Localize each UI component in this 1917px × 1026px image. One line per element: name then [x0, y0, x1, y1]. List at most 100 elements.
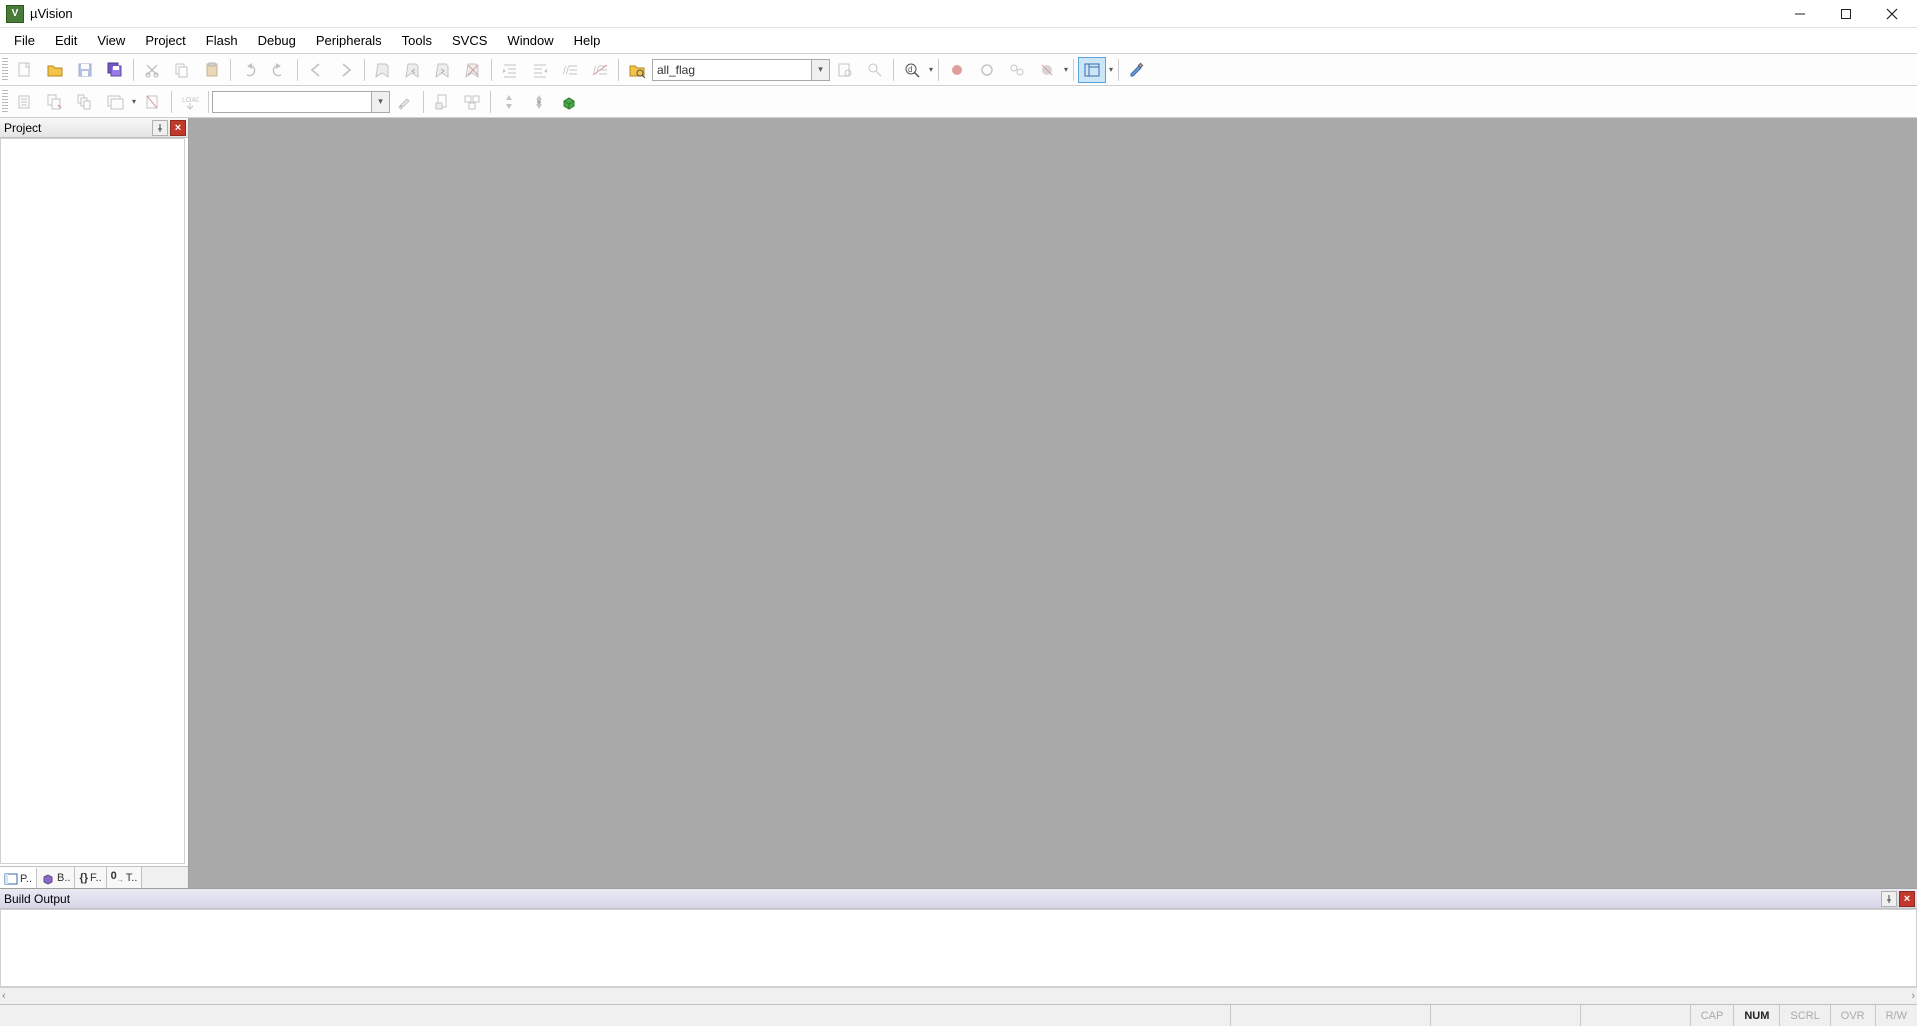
tab-functions-label: F.. [90, 872, 102, 884]
configure-button[interactable] [1123, 57, 1151, 83]
svg-text:LOAD: LOAD [182, 97, 199, 104]
paste-button[interactable] [198, 57, 226, 83]
window-layout-dropdown[interactable]: ▾ [1107, 65, 1115, 74]
pin-icon[interactable] [152, 120, 168, 136]
comment-button[interactable]: // [556, 57, 584, 83]
window-layout-button[interactable] [1078, 57, 1106, 83]
menu-view[interactable]: View [87, 29, 135, 52]
minimize-button[interactable] [1777, 0, 1823, 28]
project-panel-title: Project [4, 121, 41, 135]
new-file-button[interactable] [11, 57, 39, 83]
manage-multi-project-button[interactable] [458, 89, 486, 115]
scroll-left-icon[interactable]: ‹ [2, 990, 6, 1002]
find-next-button[interactable] [831, 57, 859, 83]
debug-start-button[interactable]: d [898, 57, 926, 83]
bookmark-prev-button[interactable] [399, 57, 427, 83]
translate-button[interactable] [11, 89, 39, 115]
build-output-close-button[interactable]: × [1899, 891, 1915, 907]
breakpoint-dropdown[interactable]: ▾ [1062, 65, 1070, 74]
build-output-hscroll[interactable]: ‹ › [0, 987, 1917, 1004]
svg-text://: // [593, 65, 600, 77]
status-cell-1 [1230, 1005, 1430, 1026]
tab-functions[interactable]: {} F.. [75, 867, 106, 888]
target-combo[interactable] [212, 91, 372, 113]
window-title: µVision [30, 6, 73, 21]
incremental-find-button[interactable] [861, 57, 889, 83]
bookmark-next-button[interactable] [429, 57, 457, 83]
stop-build-button[interactable] [139, 89, 167, 115]
svg-text://: // [563, 65, 570, 77]
tab-templates[interactable]: 0→ T.. [107, 867, 143, 888]
rebuild-button[interactable] [71, 89, 99, 115]
find-combo[interactable] [652, 59, 812, 81]
target-options-button[interactable] [391, 89, 419, 115]
select-packs-button[interactable] [525, 89, 553, 115]
menu-debug[interactable]: Debug [248, 29, 306, 52]
toolbar-grip-2[interactable] [2, 90, 8, 114]
indent-button[interactable] [496, 57, 524, 83]
tab-books-label: B.. [57, 872, 70, 884]
title-bar: V µVision [0, 0, 1917, 28]
breakpoint-kill-all-button[interactable] [1033, 57, 1061, 83]
project-panel: Project × P.. B.. {} F.. 0→ T.. [0, 118, 189, 888]
status-num: NUM [1733, 1005, 1779, 1026]
undo-button[interactable] [235, 57, 263, 83]
batch-build-dropdown[interactable]: ▾ [130, 97, 138, 106]
outdent-button[interactable] [526, 57, 554, 83]
panel-close-button[interactable]: × [170, 120, 186, 136]
main-area: Project × P.. B.. {} F.. 0→ T.. [0, 118, 1917, 888]
batch-build-button[interactable] [101, 89, 129, 115]
bookmark-clear-button[interactable] [459, 57, 487, 83]
menu-flash[interactable]: Flash [196, 29, 248, 52]
close-button[interactable] [1869, 0, 1915, 28]
bookmark-toggle-button[interactable] [369, 57, 397, 83]
build-output-pin-icon[interactable] [1881, 891, 1897, 907]
target-combo-dropdown[interactable]: ▾ [372, 91, 390, 113]
redo-button[interactable] [265, 57, 293, 83]
editor-area[interactable] [189, 118, 1917, 888]
maximize-button[interactable] [1823, 0, 1869, 28]
status-cell-3 [1580, 1005, 1690, 1026]
menu-project[interactable]: Project [135, 29, 195, 52]
toolbar-grip[interactable] [2, 58, 8, 82]
window-controls [1777, 0, 1915, 28]
menu-svcs[interactable]: SVCS [442, 29, 497, 52]
build-output-panel: Build Output × ‹ › [0, 888, 1917, 1004]
status-ovr: OVR [1830, 1005, 1875, 1026]
menu-file[interactable]: File [4, 29, 45, 52]
debug-start-dropdown[interactable]: ▾ [927, 65, 935, 74]
menu-help[interactable]: Help [564, 29, 611, 52]
status-scrl: SCRL [1779, 1005, 1829, 1026]
scroll-right-icon[interactable]: › [1911, 990, 1915, 1002]
tab-books[interactable]: B.. [37, 867, 75, 888]
nav-back-button[interactable] [302, 57, 330, 83]
save-all-button[interactable] [101, 57, 129, 83]
menu-window[interactable]: Window [497, 29, 563, 52]
breakpoint-insert-button[interactable] [943, 57, 971, 83]
app-icon: V [6, 5, 24, 23]
save-button[interactable] [71, 57, 99, 83]
tab-project-label: P.. [20, 873, 32, 885]
find-combo-dropdown[interactable]: ▾ [812, 59, 830, 81]
project-panel-tabs: P.. B.. {} F.. 0→ T.. [0, 866, 188, 888]
project-tree[interactable] [0, 138, 185, 864]
cut-button[interactable] [138, 57, 166, 83]
menu-edit[interactable]: Edit [45, 29, 87, 52]
copy-button[interactable] [168, 57, 196, 83]
build-button[interactable] [41, 89, 69, 115]
nav-forward-button[interactable] [332, 57, 360, 83]
build-output-body[interactable] [0, 909, 1917, 987]
breakpoint-disable-all-button[interactable] [1003, 57, 1031, 83]
pack-installer-button[interactable] [555, 89, 583, 115]
uncomment-button[interactable]: // [586, 57, 614, 83]
build-output-header: Build Output × [0, 889, 1917, 909]
tab-project[interactable]: P.. [0, 867, 37, 888]
find-in-files-button[interactable] [623, 57, 651, 83]
breakpoint-enable-button[interactable] [973, 57, 1001, 83]
menu-tools[interactable]: Tools [392, 29, 442, 52]
download-button[interactable]: LOAD [176, 89, 204, 115]
manage-rte-button[interactable] [495, 89, 523, 115]
file-ext-button[interactable] [428, 89, 456, 115]
open-file-button[interactable] [41, 57, 69, 83]
menu-peripherals[interactable]: Peripherals [306, 29, 392, 52]
